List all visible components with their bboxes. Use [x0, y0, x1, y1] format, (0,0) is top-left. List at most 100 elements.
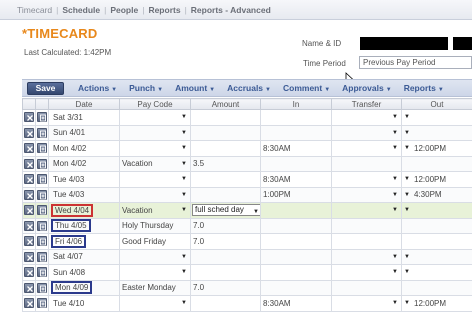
date-cell[interactable]: Mon 4/02 — [49, 156, 120, 172]
date-cell[interactable]: Wed 4/04 — [49, 203, 120, 219]
out-punch-cell[interactable]: ▼4:30PM — [402, 187, 472, 203]
amount-menu[interactable]: Amount▼ — [175, 83, 215, 93]
transfer-cell[interactable]: ▼ — [332, 249, 402, 265]
transfer-cell[interactable]: ▼ — [332, 296, 402, 312]
actions-menu[interactable]: Actions▼ — [78, 83, 117, 93]
pay-code-cell[interactable]: ▼ — [120, 265, 191, 281]
transfer-cell[interactable] — [332, 218, 402, 234]
amount-cell[interactable] — [191, 187, 261, 203]
amount-cell[interactable] — [191, 265, 261, 281]
in-punch-cell[interactable] — [261, 203, 332, 219]
amount-cell[interactable] — [191, 110, 261, 126]
out-punch-cell[interactable]: ▼ — [402, 125, 472, 141]
delete-icon[interactable] — [24, 205, 34, 215]
pay-code-cell[interactable]: Good Friday — [120, 234, 191, 250]
add-row-icon[interactable] — [37, 112, 47, 122]
delete-icon[interactable] — [24, 143, 34, 153]
out-punch-cell[interactable]: ▼ — [402, 265, 472, 281]
delete-icon[interactable] — [24, 283, 34, 293]
transfer-cell[interactable] — [332, 280, 402, 296]
date-cell[interactable]: Tue 4/03 — [49, 172, 120, 188]
out-punch-cell[interactable] — [402, 218, 472, 234]
add-row-icon[interactable] — [37, 267, 47, 277]
date-cell[interactable]: Tue 4/03 — [49, 187, 120, 203]
amount-cell[interactable] — [191, 172, 261, 188]
transfer-cell[interactable]: ▼ — [332, 265, 402, 281]
out-punch-cell[interactable]: ▼12:00PM — [402, 141, 472, 157]
amount-cell[interactable]: 7.0 — [191, 234, 261, 250]
delete-icon[interactable] — [24, 128, 34, 138]
in-punch-cell[interactable]: 8:30AM — [261, 296, 332, 312]
transfer-cell[interactable] — [332, 234, 402, 250]
in-punch-cell[interactable]: 8:30AM — [261, 141, 332, 157]
pay-code-cell[interactable]: ▼ — [120, 125, 191, 141]
amount-cell[interactable]: 7.0 — [191, 280, 261, 296]
date-cell[interactable]: Fri 4/06 — [49, 234, 120, 250]
out-punch-cell[interactable] — [402, 234, 472, 250]
in-punch-cell[interactable]: 1:00PM — [261, 187, 332, 203]
out-punch-cell[interactable] — [402, 280, 472, 296]
add-row-icon[interactable] — [37, 128, 47, 138]
delete-icon[interactable] — [24, 112, 34, 122]
in-punch-cell[interactable] — [261, 110, 332, 126]
pay-code-cell[interactable]: ▼ — [120, 296, 191, 312]
nav-reports[interactable]: Reports — [145, 5, 183, 15]
pay-code-cell[interactable]: Easter Monday — [120, 280, 191, 296]
accruals-menu[interactable]: Accruals▼ — [227, 83, 271, 93]
nav-people[interactable]: People — [107, 5, 141, 15]
transfer-cell[interactable]: ▼ — [332, 187, 402, 203]
delete-icon[interactable] — [24, 298, 34, 308]
in-punch-cell[interactable] — [261, 280, 332, 296]
amount-cell[interactable] — [191, 296, 261, 312]
transfer-cell[interactable]: ▼ — [332, 110, 402, 126]
amount-cell[interactable] — [191, 125, 261, 141]
time-period-select[interactable]: Previous Pay Period — [359, 56, 472, 69]
date-cell[interactable]: Thu 4/05 — [49, 218, 120, 234]
nav-schedule[interactable]: Schedule — [59, 5, 103, 15]
date-cell[interactable]: Mon 4/02 — [49, 141, 120, 157]
pay-code-cell[interactable]: Vacation▼ — [120, 203, 191, 219]
nav-reports-advanced[interactable]: Reports - Advanced — [188, 5, 274, 15]
nav-timecard[interactable]: Timecard — [14, 5, 55, 15]
add-row-icon[interactable] — [37, 143, 47, 153]
amount-select[interactable]: full sched day▼ — [192, 204, 261, 216]
amount-cell[interactable] — [191, 141, 261, 157]
pay-code-cell[interactable]: Vacation▼ — [120, 156, 191, 172]
approvals-menu[interactable]: Approvals▼ — [342, 83, 392, 93]
date-cell[interactable]: Sun 4/08 — [49, 265, 120, 281]
date-cell[interactable]: Sun 4/01 — [49, 125, 120, 141]
in-punch-cell[interactable] — [261, 265, 332, 281]
amount-cell[interactable]: 3.5 — [191, 156, 261, 172]
in-punch-cell[interactable] — [261, 249, 332, 265]
pay-code-cell[interactable]: ▼ — [120, 172, 191, 188]
in-punch-cell[interactable]: 8:30AM — [261, 172, 332, 188]
save-button[interactable]: Save — [27, 82, 64, 95]
out-punch-cell[interactable]: ▼ — [402, 110, 472, 126]
delete-icon[interactable] — [24, 190, 34, 200]
transfer-cell[interactable]: ▼ — [332, 125, 402, 141]
amount-cell[interactable]: 7.0 — [191, 218, 261, 234]
delete-icon[interactable] — [24, 267, 34, 277]
punch-menu[interactable]: Punch▼ — [129, 83, 163, 93]
add-row-icon[interactable] — [37, 298, 47, 308]
out-punch-cell[interactable]: ▼12:00PM — [402, 172, 472, 188]
amount-cell[interactable]: full sched day▼ — [191, 203, 261, 219]
delete-icon[interactable] — [24, 174, 34, 184]
pay-code-cell[interactable]: Holy Thursday — [120, 218, 191, 234]
date-cell[interactable]: Sat 4/07 — [49, 249, 120, 265]
amount-cell[interactable] — [191, 249, 261, 265]
transfer-cell[interactable]: ▼ — [332, 203, 402, 219]
in-punch-cell[interactable] — [261, 125, 332, 141]
add-row-icon[interactable] — [37, 205, 47, 215]
add-row-icon[interactable] — [37, 252, 47, 262]
add-row-icon[interactable] — [37, 159, 47, 169]
in-punch-cell[interactable] — [261, 234, 332, 250]
in-punch-cell[interactable] — [261, 156, 332, 172]
add-row-icon[interactable] — [37, 221, 47, 231]
date-cell[interactable]: Sat 3/31 — [49, 110, 120, 126]
comment-menu[interactable]: Comment▼ — [283, 83, 330, 93]
date-cell[interactable]: Mon 4/09 — [49, 280, 120, 296]
pay-code-cell[interactable]: ▼ — [120, 187, 191, 203]
out-punch-cell[interactable]: ▼ — [402, 203, 472, 219]
delete-icon[interactable] — [24, 236, 34, 246]
